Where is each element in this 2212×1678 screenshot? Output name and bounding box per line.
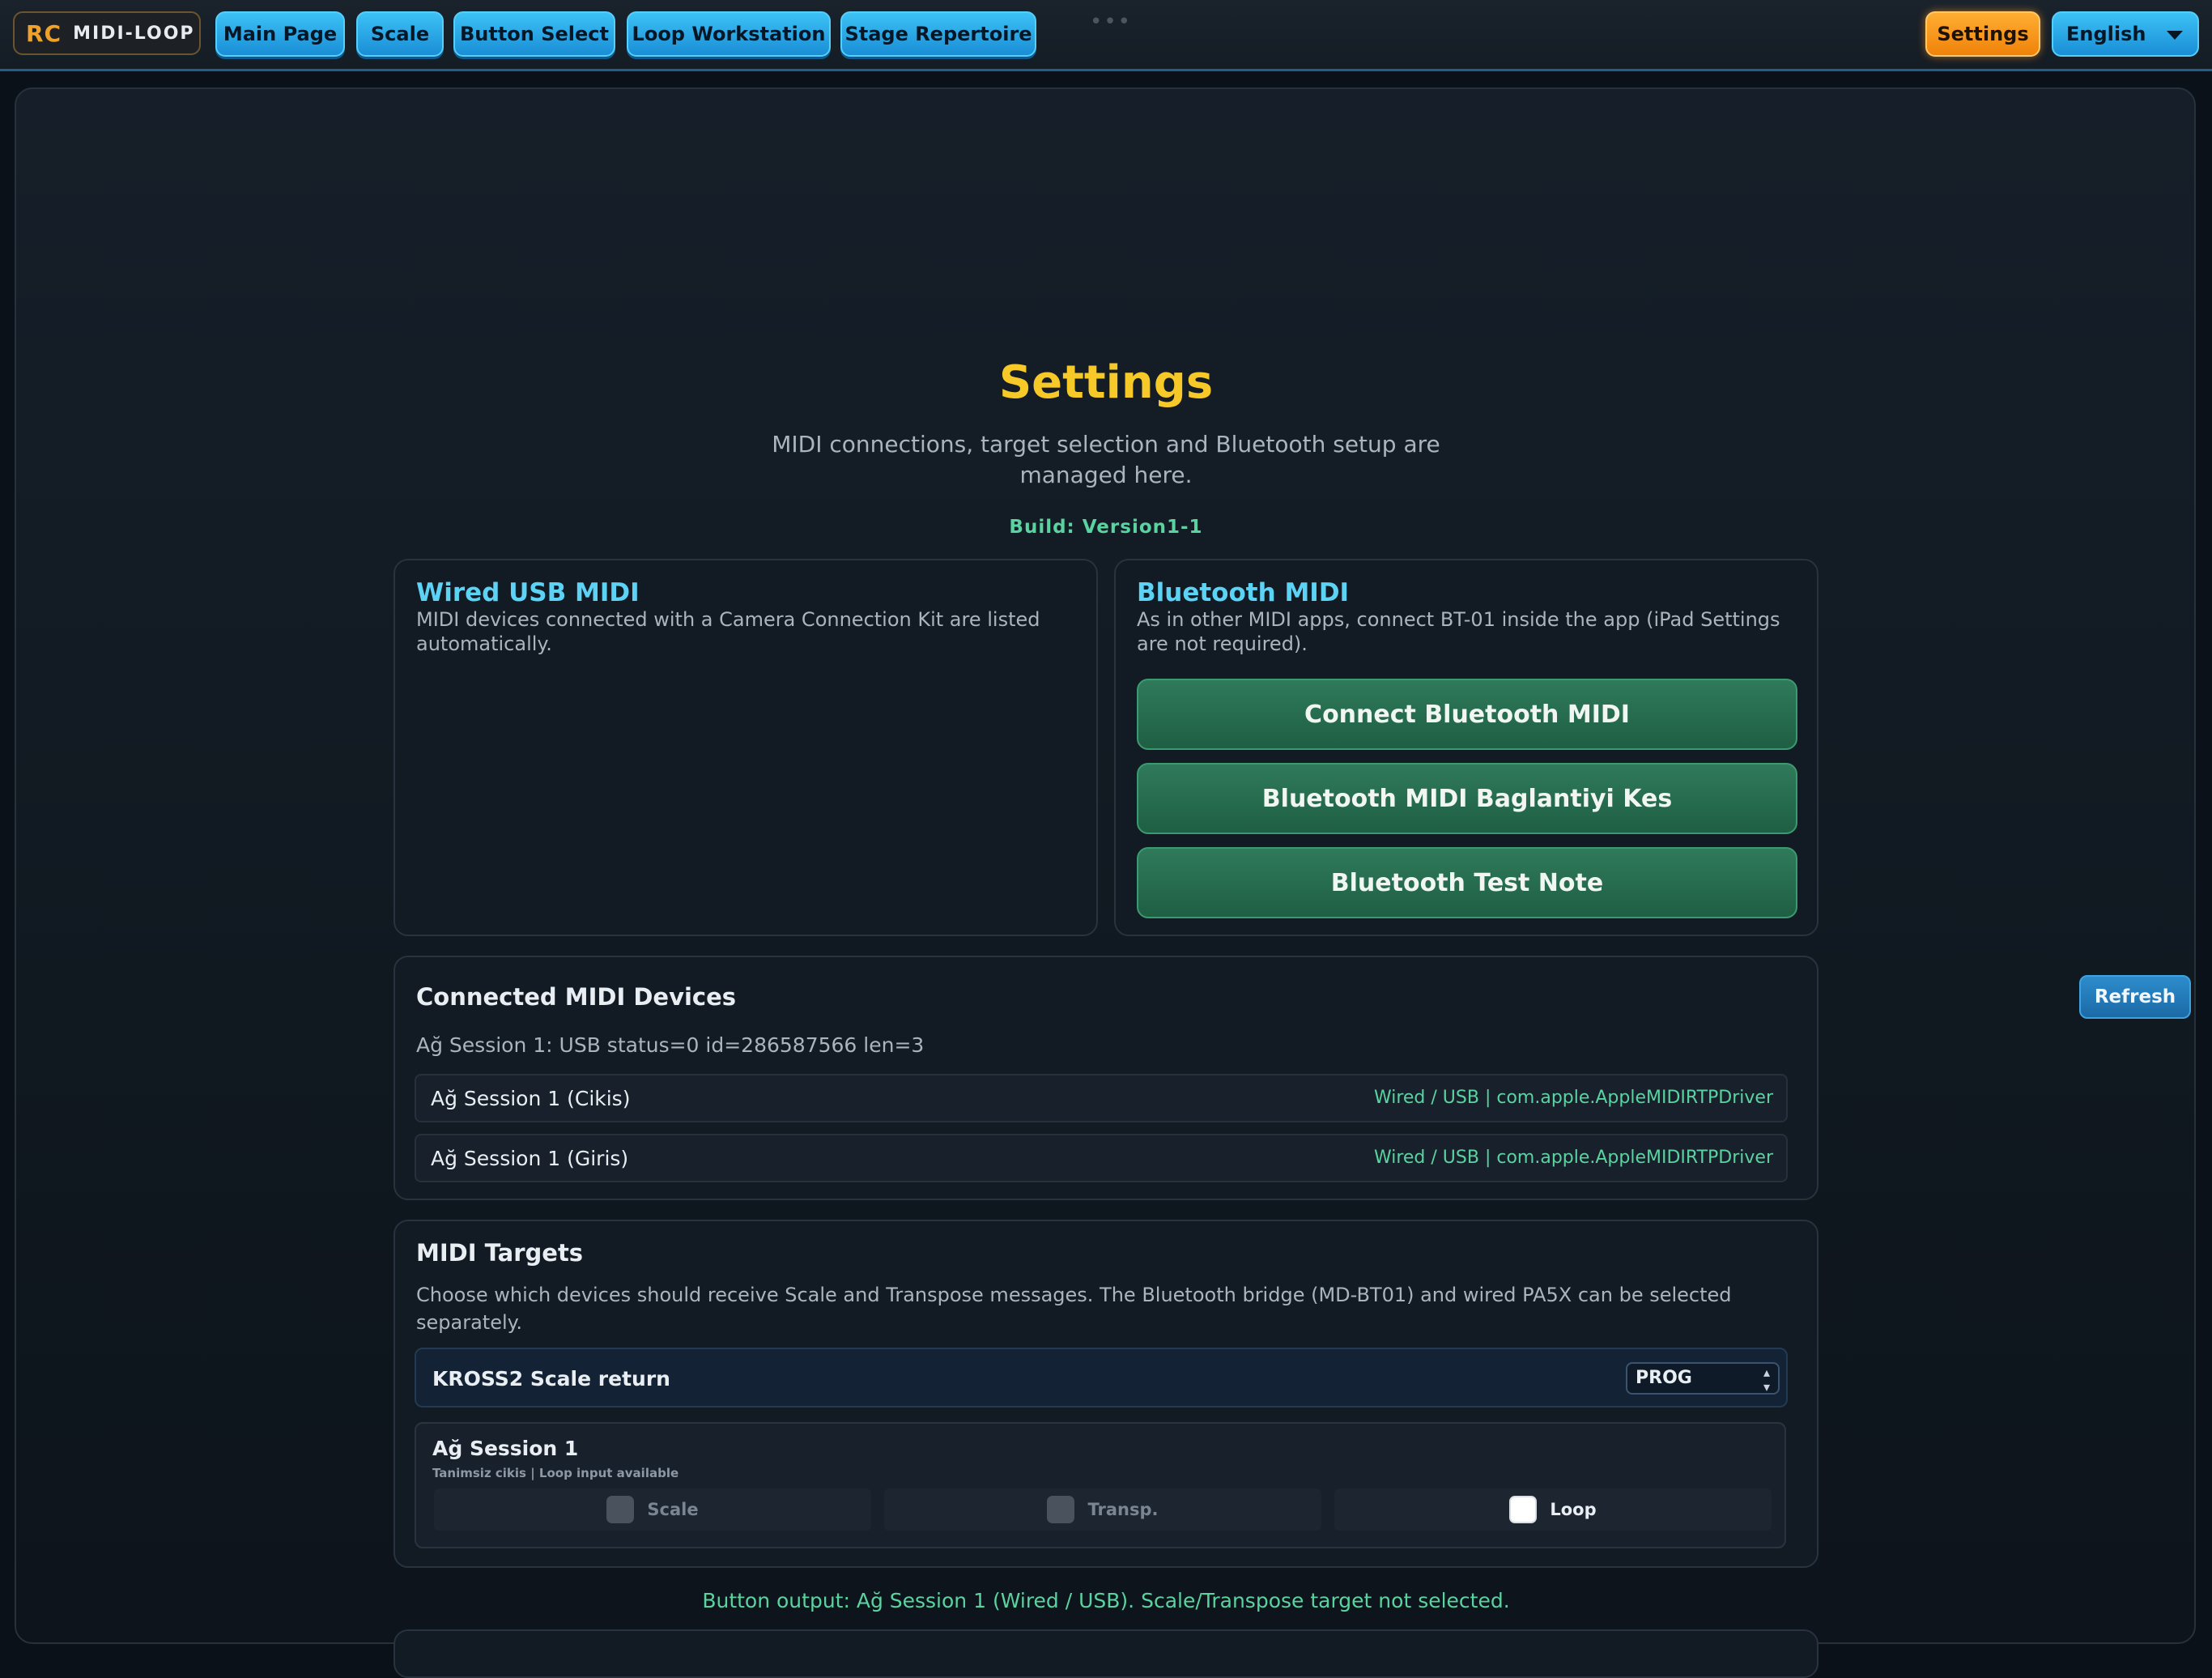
connected-devices-title: Connected MIDI Devices [416,983,737,1011]
nav-scale-button[interactable]: Scale [356,11,444,57]
midi-targets-description: Choose which devices should receive Scal… [416,1284,1732,1334]
session-target-box: Ağ Session 1 Tanimsiz cikis | Loop input… [415,1422,1786,1548]
next-section-card [393,1629,1819,1678]
nav-main-page-button[interactable]: Main Page [215,11,345,57]
select-arrows-icon: ▴ ▾ [1763,1365,1770,1395]
device-status-text: Ağ Session 1: USB status=0 id=286587566 … [416,1033,925,1057]
top-bar: RC MIDI-LOOP Main Page Scale Button Sele… [0,0,2212,71]
device-row[interactable]: Ağ Session 1 (Cikis) Wired / USB | com.a… [415,1074,1788,1122]
transpose-option-label: Transp. [1087,1500,1159,1519]
app-logo: RC MIDI-LOOP [13,11,201,55]
scale-target-toggle[interactable]: Scale [434,1488,871,1531]
connect-bluetooth-button[interactable]: Connect Bluetooth MIDI [1137,679,1797,750]
nav-stage-repertoire-button[interactable]: Stage Repertoire [840,11,1036,57]
drag-handle-icon: ••• [1090,10,1133,34]
transpose-checkbox[interactable] [1047,1496,1075,1523]
device-name: Ağ Session 1 (Cikis) [431,1087,631,1110]
page-subtitle: MIDI connections, target selection and B… [772,431,1440,488]
kross2-mode-value: PROG [1636,1368,1692,1388]
connected-devices-card: Connected MIDI Devices Refresh Ağ Sessio… [393,956,2191,1200]
disconnect-bluetooth-button[interactable]: Bluetooth MIDI Baglantiyi Kes [1137,763,1797,834]
loop-target-toggle[interactable]: Loop [1334,1488,1772,1531]
loop-option-label: Loop [1550,1500,1597,1519]
bluetooth-card: Bluetooth MIDI As in other MIDI apps, co… [1114,559,1819,936]
app-name: MIDI-LOOP [73,23,195,44]
language-select[interactable]: English [2052,11,2199,57]
wired-usb-description: MIDI devices connected with a Camera Con… [416,608,1040,655]
device-meta: Wired / USB | com.apple.AppleMIDIRTPDriv… [1373,1088,1773,1108]
bluetooth-test-note-button[interactable]: Bluetooth Test Note [1137,847,1797,918]
button-output-note: Button output: Ağ Session 1 (Wired / USB… [702,1589,1510,1612]
nav-button-select-button[interactable]: Button Select [453,11,615,57]
language-value: English [2066,23,2146,45]
settings-button[interactable]: Settings [1925,11,2040,57]
midi-targets-title: MIDI Targets [416,1239,584,1267]
kross2-label: KROSS2 Scale return [432,1367,670,1391]
build-version: Build: Version1-1 [1009,517,1203,538]
chevron-down-icon [2167,31,2183,40]
refresh-button[interactable]: Refresh [2079,975,2191,1019]
kross2-mode-select[interactable]: PROG ▴ ▾ [1626,1362,1780,1395]
logo-mark: RC [26,19,62,47]
loop-checkbox[interactable] [1509,1496,1538,1523]
transpose-target-toggle[interactable]: Transp. [884,1488,1321,1531]
bluetooth-description: As in other MIDI apps, connect BT-01 ins… [1137,608,1780,655]
scale-checkbox[interactable] [606,1496,635,1523]
bluetooth-title: Bluetooth MIDI [1137,578,1350,607]
kross2-scale-return-row: KROSS2 Scale return PROG ▴ ▾ [415,1348,1788,1408]
wired-usb-title: Wired USB MIDI [416,578,640,607]
device-meta: Wired / USB | com.apple.AppleMIDIRTPDriv… [1373,1148,1773,1168]
midi-targets-card: MIDI Targets Choose which devices should… [393,1220,1819,1568]
nav-loop-workstation-button[interactable]: Loop Workstation [627,11,831,57]
page-title: Settings [998,356,1214,409]
device-row[interactable]: Ağ Session 1 (Giris) Wired / USB | com.a… [415,1134,1788,1182]
scale-option-label: Scale [647,1500,699,1519]
session-name: Ağ Session 1 [432,1437,579,1460]
device-name: Ağ Session 1 (Giris) [431,1147,629,1170]
wired-usb-card: Wired USB MIDI MIDI devices connected wi… [393,559,1098,936]
session-subtitle: Tanimsiz cikis | Loop input available [432,1466,679,1480]
